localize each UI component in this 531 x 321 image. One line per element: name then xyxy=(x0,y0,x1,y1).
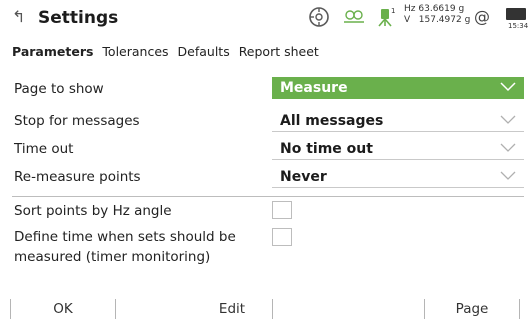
angle-readout: Hz 63.6619 g V 157.4972 g xyxy=(404,4,471,25)
instrument-icon[interactable]: 1 xyxy=(374,5,396,27)
time-out-dropdown[interactable]: No time out xyxy=(272,138,524,160)
clock-time: 15:34 xyxy=(508,22,529,30)
page-to-show-label: Page to show xyxy=(14,81,104,97)
section-divider xyxy=(12,196,524,197)
edit-button[interactable]: Edit xyxy=(170,297,294,321)
page-title: Settings xyxy=(38,8,119,28)
tab-defaults[interactable]: Defaults xyxy=(178,44,230,59)
tab-bar: Parameters Tolerances Defaults Report sh… xyxy=(12,44,324,60)
tab-parameters[interactable]: Parameters xyxy=(12,44,93,59)
tab-tolerances[interactable]: Tolerances xyxy=(102,44,168,59)
remeasure-points-dropdown[interactable]: Never xyxy=(272,166,524,188)
stop-for-messages-label: Stop for messages xyxy=(14,113,140,129)
tab-report-sheet[interactable]: Report sheet xyxy=(239,44,319,59)
page-button[interactable]: Page xyxy=(425,297,519,321)
softkey-divider xyxy=(115,299,116,319)
chevron-down-icon xyxy=(500,115,516,124)
time-out-label: Time out xyxy=(14,141,74,157)
level-bubble-icon[interactable] xyxy=(343,9,365,25)
softkey-divider xyxy=(272,299,273,319)
softkey-bar: OK Edit Page xyxy=(0,297,531,321)
softkey-divider xyxy=(519,299,520,319)
define-time-label-line1: Define time when sets should be xyxy=(14,229,236,245)
define-time-label-line2: measured (timer monitoring) xyxy=(14,249,211,265)
target-icon[interactable] xyxy=(308,6,330,28)
chevron-down-icon xyxy=(500,143,516,152)
sort-points-checkbox[interactable] xyxy=(272,201,292,219)
chevron-down-icon xyxy=(500,82,516,92)
stop-for-messages-dropdown[interactable]: All messages xyxy=(272,110,524,132)
svg-text:1: 1 xyxy=(391,7,395,15)
sort-points-label: Sort points by Hz angle xyxy=(14,203,172,219)
define-time-checkbox[interactable] xyxy=(272,228,292,246)
remeasure-points-label: Re-measure points xyxy=(14,169,141,185)
ok-button[interactable]: OK xyxy=(11,297,115,321)
title-bar: ↰ Settings 1 Hz 63.6619 g V 157.4972 g @… xyxy=(0,0,531,34)
battery-icon xyxy=(506,8,526,20)
page-to-show-dropdown[interactable]: Measure xyxy=(272,77,524,99)
back-arrow-icon[interactable]: ↰ xyxy=(12,8,25,26)
chevron-down-icon xyxy=(500,171,516,180)
at-icon[interactable]: @ xyxy=(474,8,490,26)
